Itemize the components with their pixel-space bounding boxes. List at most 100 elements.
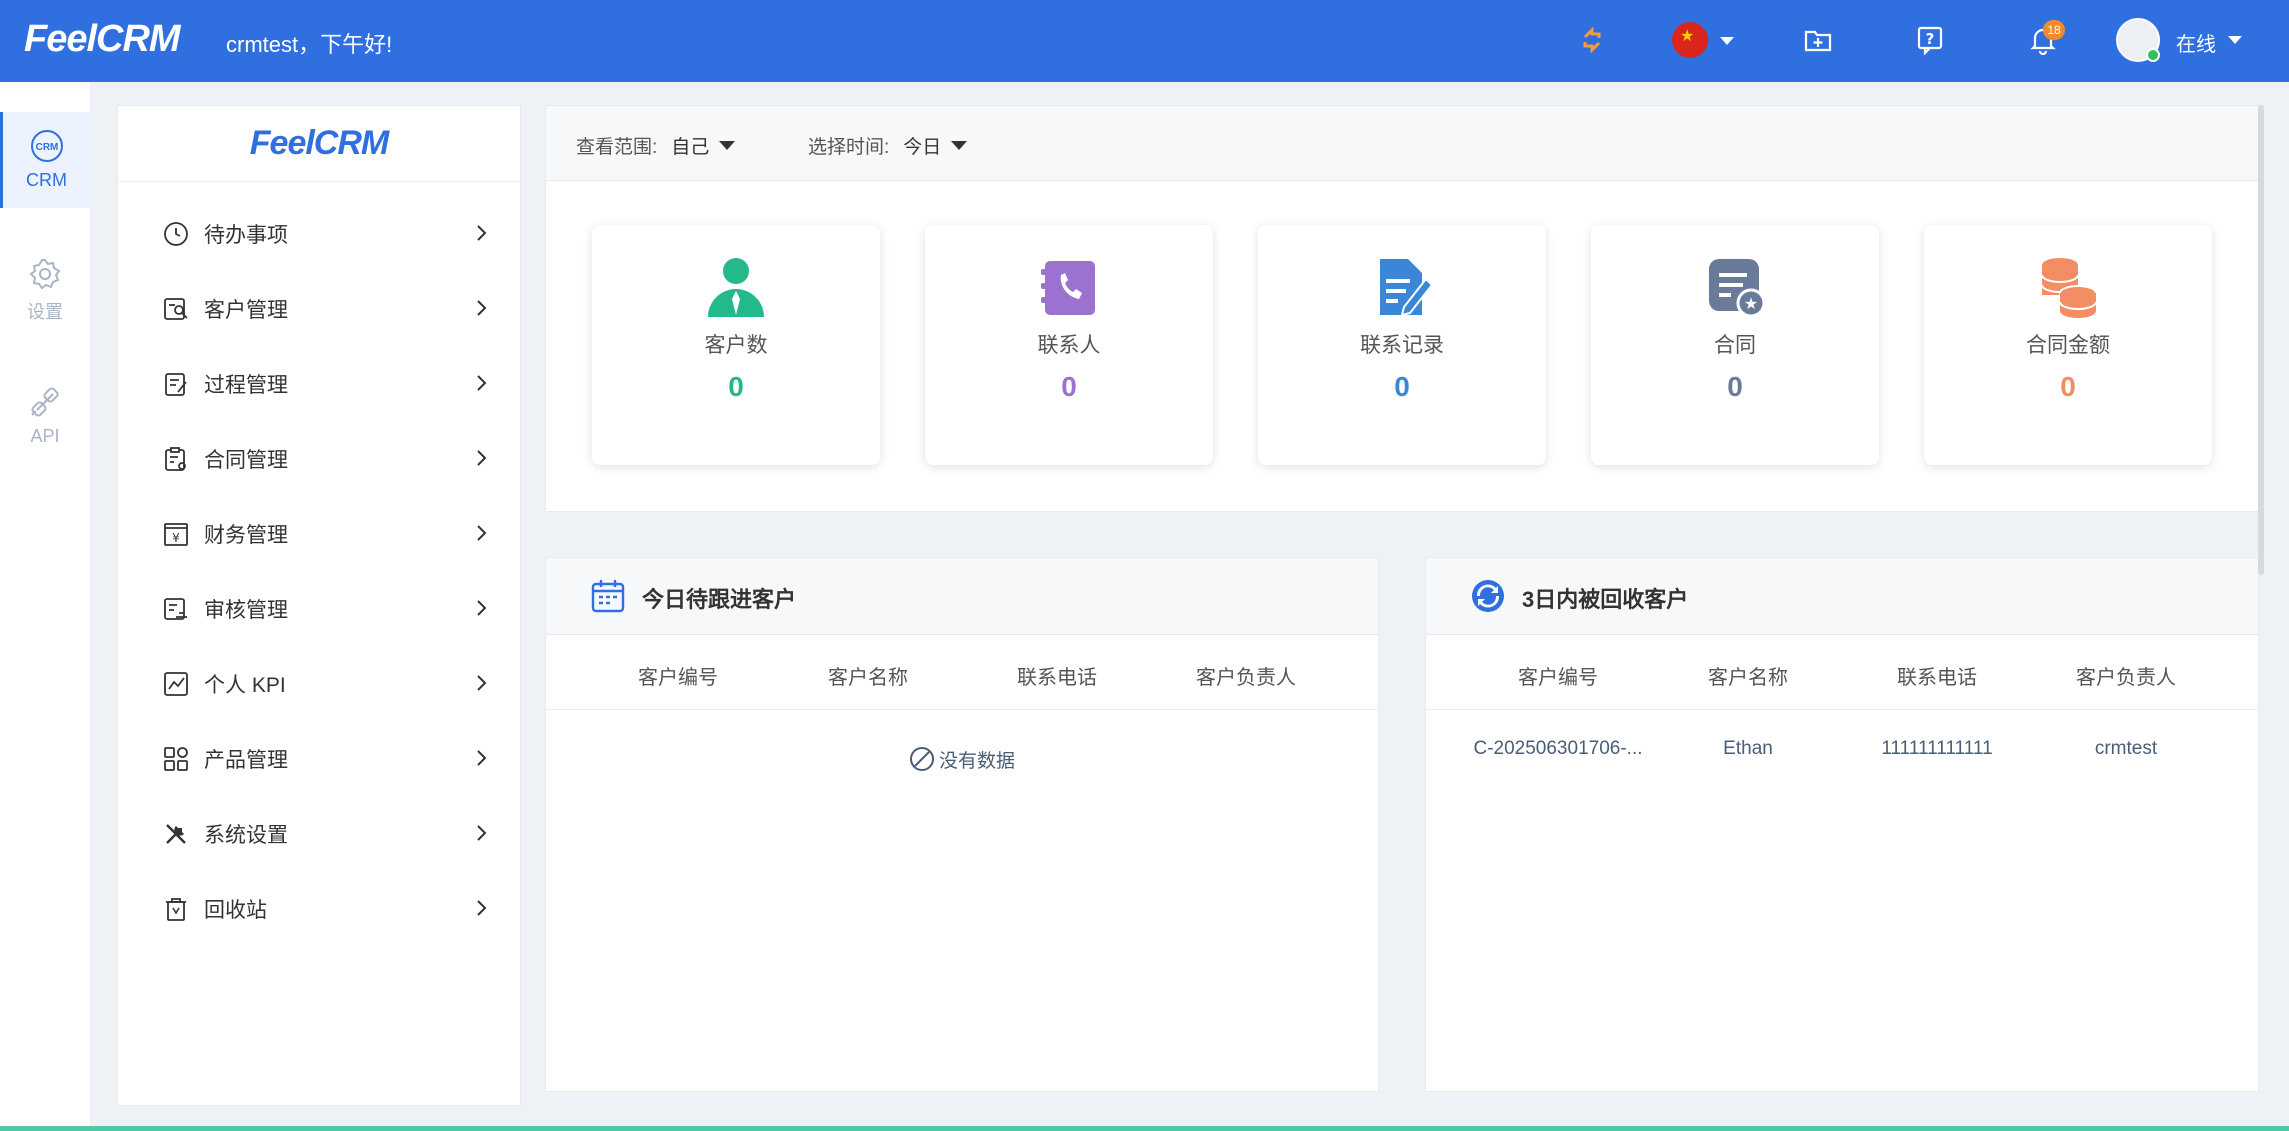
menu-item-label: 系统设置: [204, 824, 288, 847]
chevron-right-icon: [477, 225, 487, 241]
avatar[interactable]: [2116, 18, 2160, 62]
recycled-panel: 3日内被回收客户 客户编号 客户名称 联系电话 客户负责人 C-20250630…: [1425, 557, 2259, 1092]
notification-badge: 18: [2043, 20, 2065, 40]
chevron-right-icon: [477, 750, 487, 766]
stat-value: 0: [2060, 371, 2076, 402]
time-filter[interactable]: 选择时间: 今日: [808, 132, 968, 159]
trash-icon: [166, 898, 186, 921]
customer-icon: [164, 298, 188, 320]
left-rail: CRM CRM 设置 API: [0, 82, 90, 1131]
new-folder-icon[interactable]: [1798, 20, 1838, 60]
menu-logo: FeelCRM: [118, 106, 520, 182]
stat-card-contract-amount[interactable]: 合同金额 0: [1924, 225, 2212, 465]
column-header[interactable]: 客户负责人: [2036, 661, 2216, 690]
column-header[interactable]: 联系电话: [967, 661, 1147, 690]
stat-label: 合同: [1714, 334, 1756, 357]
menu-item-label: 个人 KPI: [204, 674, 286, 697]
panel-title: 今日待跟进客户: [642, 587, 797, 612]
filter-bar: 查看范围: 自己 选择时间: 今日: [545, 105, 2260, 181]
menu-item-label: 审核管理: [204, 599, 288, 622]
table-header: 客户编号 客户名称 联系电话 客户负责人: [546, 635, 1378, 710]
panel-title: 3日内被回收客户: [1522, 587, 1689, 612]
rail-label: API: [30, 426, 60, 446]
status-label[interactable]: 在线: [2176, 28, 2216, 57]
note-icon: [1380, 259, 1434, 317]
panel-header: 今日待跟进客户: [546, 558, 1378, 635]
menu-item-todo[interactable]: 待办事项: [162, 214, 492, 254]
scope-label: 查看范围:: [576, 137, 658, 158]
phone-book-icon: [1041, 261, 1095, 315]
column-header[interactable]: 客户名称: [778, 661, 958, 690]
coins-icon: [2041, 258, 2097, 318]
chevron-right-icon: [477, 525, 487, 541]
menu-item-audit[interactable]: 审核管理: [162, 589, 492, 629]
rail-item-settings[interactable]: 设置: [0, 240, 90, 336]
scope-caret-icon: [719, 141, 736, 150]
cell-owner: crmtest: [2094, 738, 2158, 759]
help-icon[interactable]: ?: [1910, 20, 1950, 60]
rail-label: CRM: [26, 170, 67, 190]
scope-filter[interactable]: 查看范围: 自己: [576, 132, 736, 159]
rail-item-crm[interactable]: CRM CRM: [0, 112, 90, 208]
column-header[interactable]: 客户编号: [1468, 661, 1648, 690]
followup-panel: 今日待跟进客户 客户编号 客户名称 联系电话 客户负责人 没有数据: [545, 557, 1379, 1092]
finance-icon: ¥: [164, 523, 188, 546]
empty-state: 没有数据: [546, 746, 1378, 773]
calendar-icon: [591, 580, 625, 613]
menu-item-label: 待办事项: [204, 224, 288, 247]
menu-item-process[interactable]: 过程管理: [162, 364, 492, 404]
column-header[interactable]: 客户负责人: [1156, 661, 1336, 690]
chevron-right-icon: [477, 300, 487, 316]
language-flag-icon[interactable]: ★: [1672, 22, 1708, 58]
stat-card-contracts[interactable]: ★ 合同 0: [1591, 225, 1879, 465]
menu-item-finance[interactable]: ¥ 财务管理: [162, 514, 492, 554]
crm-icon: CRM: [30, 130, 63, 162]
chevron-right-icon: [477, 675, 487, 691]
menu-item-label: 产品管理: [204, 749, 288, 772]
svg-text:CRM: CRM: [35, 142, 58, 153]
chevron-right-icon: [477, 600, 487, 616]
sync-icon[interactable]: [1572, 20, 1612, 60]
table-row[interactable]: C-202506301706-... Ethan 111111111111 cr…: [1426, 710, 2258, 785]
menu-item-contracts[interactable]: 合同管理: [162, 439, 492, 479]
menu-item-products[interactable]: 产品管理: [162, 739, 492, 779]
menu-item-label: 客户管理: [204, 299, 288, 322]
audit-icon: [164, 598, 187, 620]
scope-value: 自己: [671, 137, 710, 158]
menu-item-system-settings[interactable]: 系统设置: [162, 814, 492, 854]
main-scrollbar[interactable]: [2258, 105, 2264, 575]
bottom-accent-line: [0, 1126, 2289, 1131]
process-icon: [165, 373, 187, 396]
app-logo[interactable]: FeelCRM: [24, 18, 181, 61]
svg-text:?: ?: [1926, 30, 1935, 48]
menu-item-label: 财务管理: [204, 524, 288, 547]
column-header[interactable]: 联系电话: [1847, 661, 2027, 690]
time-value: 今日: [903, 137, 942, 158]
stat-value: 0: [1061, 371, 1077, 402]
stat-label: 客户数: [704, 334, 768, 357]
menu-item-recycle-bin[interactable]: 回收站: [162, 889, 492, 929]
clock-icon: [164, 222, 188, 246]
rail-item-api[interactable]: API: [0, 368, 90, 464]
stat-card-contact-records[interactable]: 联系记录 0: [1258, 225, 1546, 465]
recycle-icon: [1472, 580, 1504, 612]
stat-card-contacts[interactable]: 联系人 0: [925, 225, 1213, 465]
language-caret-icon[interactable]: [1720, 37, 1734, 45]
contract-star-icon: ★: [1709, 259, 1766, 318]
greeting-text: crmtest，下午好!: [226, 32, 393, 57]
cell-customer-name[interactable]: Ethan: [1653, 738, 1843, 760]
empty-text: 没有数据: [938, 751, 1015, 772]
time-label: 选择时间:: [808, 137, 890, 158]
menu-item-label: 过程管理: [204, 374, 288, 397]
column-header[interactable]: 客户编号: [588, 661, 768, 690]
menu-item-kpi[interactable]: 个人 KPI: [162, 664, 492, 704]
table-header: 客户编号 客户名称 联系电话 客户负责人: [1426, 635, 2258, 710]
stat-card-customers[interactable]: 客户数 0: [592, 225, 880, 465]
user-menu-caret-icon[interactable]: [2228, 36, 2242, 44]
cell-customer-id[interactable]: C-202506301706-...: [1463, 738, 1653, 760]
stat-label: 联系记录: [1360, 334, 1444, 357]
contract-icon: [165, 447, 186, 471]
rail-label: 设置: [27, 302, 63, 322]
menu-item-customers[interactable]: 客户管理: [162, 289, 492, 329]
column-header[interactable]: 客户名称: [1658, 661, 1838, 690]
